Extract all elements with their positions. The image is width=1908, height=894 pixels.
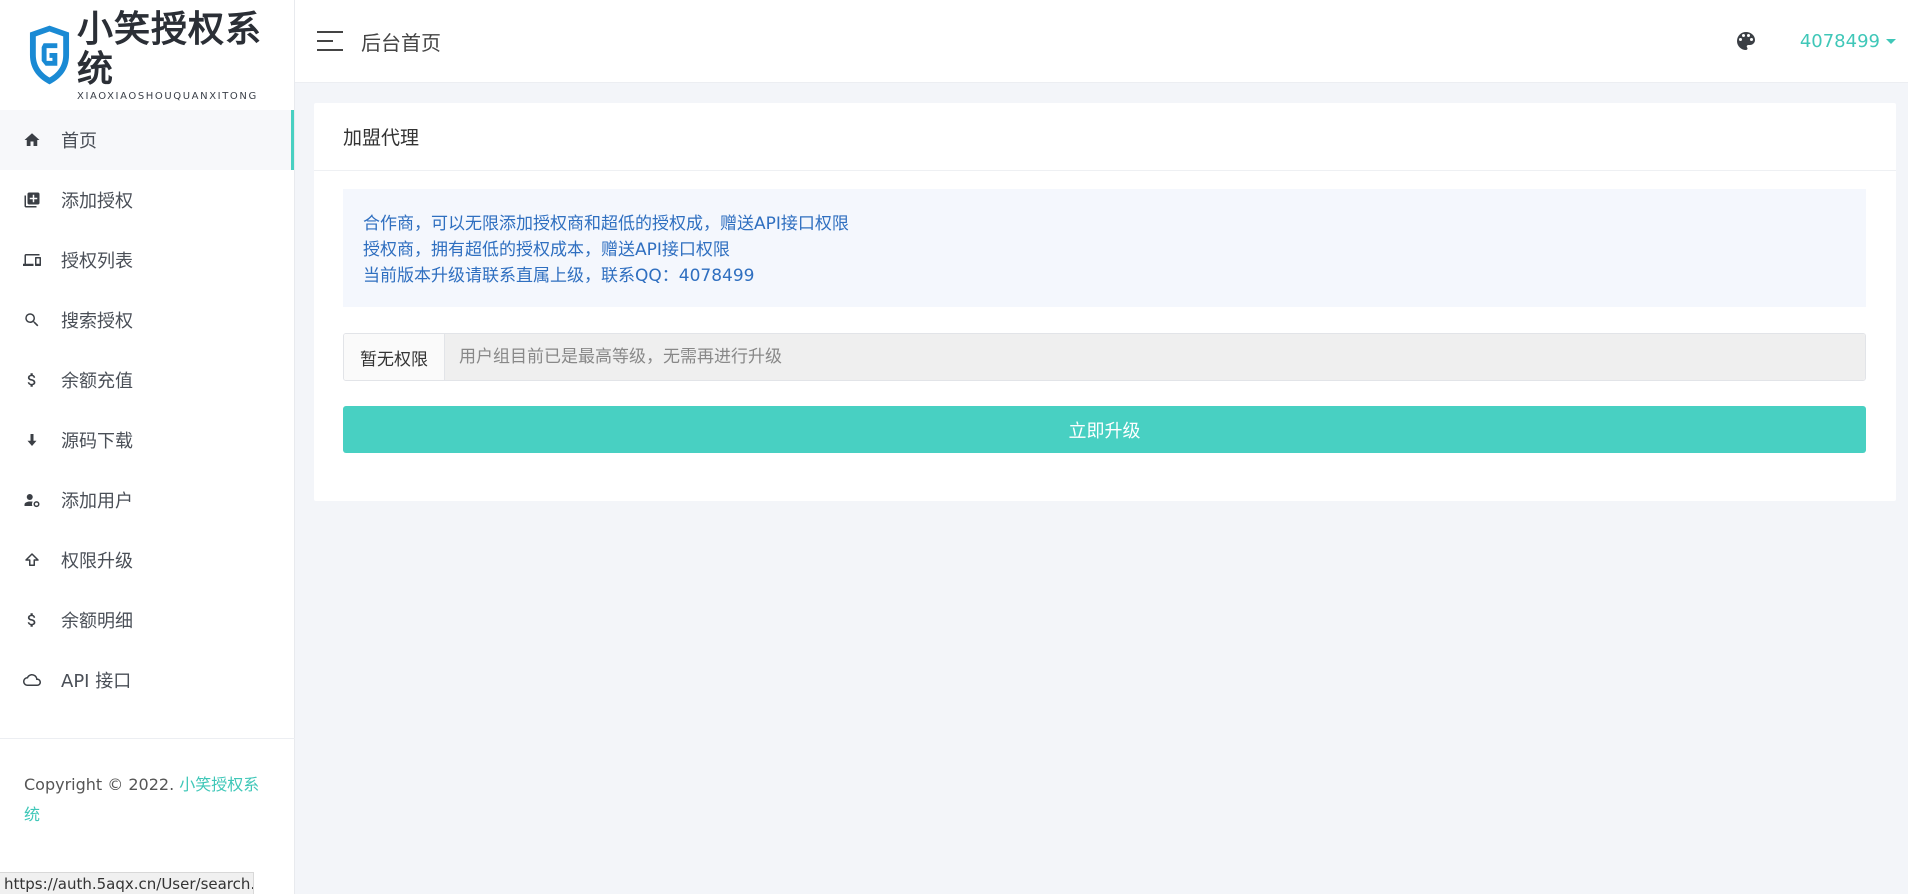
user-gear-icon xyxy=(22,490,42,510)
logo[interactable]: 小笑授权系统 XIAOXIAOSHOUQUANXITONG xyxy=(0,0,294,110)
page-title: 后台首页 xyxy=(361,30,441,55)
sidebar-item-label: 添加授权 xyxy=(61,191,133,212)
sidebar-item-add-user[interactable]: 添加用户 xyxy=(0,470,294,530)
sidebar: 小笑授权系统 XIAOXIAOSHOUQUANXITONG 首页 添加授权 授权… xyxy=(0,0,295,894)
menu-toggle-icon[interactable] xyxy=(317,31,343,51)
download-arrow-icon xyxy=(22,430,42,450)
permission-input[interactable] xyxy=(445,334,1865,380)
sidebar-item-label: 余额明细 xyxy=(61,611,133,632)
input-addon-label: 暂无权限 xyxy=(344,334,445,380)
sidebar-item-add-auth[interactable]: 添加授权 xyxy=(0,170,294,230)
copyright-text: Copyright © 2022. xyxy=(24,775,175,794)
user-name: 4078499 xyxy=(1799,30,1880,52)
permission-input-group: 暂无权限 xyxy=(343,333,1866,381)
chevron-down-icon xyxy=(1886,38,1896,44)
notice-line: 当前版本升级请联系直属上级，联系QQ：4078499 xyxy=(363,266,755,286)
cloud-icon xyxy=(22,670,42,690)
sidebar-item-label: 添加用户 xyxy=(61,491,133,512)
card-title: 加盟代理 xyxy=(314,103,1896,171)
brand-subtitle: XIAOXIAOSHOUQUANXITONG xyxy=(77,90,258,102)
sidebar-item-label: API 接口 xyxy=(61,671,132,692)
sidebar-item-label: 权限升级 xyxy=(61,551,133,572)
home-icon xyxy=(22,130,42,150)
status-bar-url: https://auth.5aqx.cn/User/search.p xyxy=(0,872,254,894)
sidebar-item-download[interactable]: 源码下载 xyxy=(0,410,294,470)
sidebar-item-label: 源码下载 xyxy=(61,431,133,452)
add-box-icon xyxy=(22,190,42,210)
top-header: 后台首页 4078499 xyxy=(295,0,1908,83)
sidebar-item-auth-list[interactable]: 授权列表 xyxy=(0,230,294,290)
upgrade-arrow-icon xyxy=(22,550,42,570)
dollar-icon xyxy=(22,610,42,630)
shield-logo-icon xyxy=(29,25,70,85)
sidebar-item-label: 首页 xyxy=(61,131,97,152)
sidebar-item-api[interactable]: API 接口 xyxy=(0,650,294,710)
agent-card: 加盟代理 合作商，可以无限添加授权商和超低的授权成，赠送API接口权限 授权商，… xyxy=(314,103,1896,501)
user-menu[interactable]: 4078499 xyxy=(1800,31,1896,52)
dollar-icon xyxy=(22,370,42,390)
copyright: Copyright © 2022. 小笑授权系统 xyxy=(24,770,274,830)
sidebar-item-label: 授权列表 xyxy=(61,251,133,272)
notice-box: 合作商，可以无限添加授权商和超低的授权成，赠送API接口权限 授权商，拥有超低的… xyxy=(343,189,1866,307)
search-icon xyxy=(22,310,42,330)
upgrade-button[interactable]: 立即升级 xyxy=(343,406,1866,453)
sidebar-item-label: 搜索授权 xyxy=(61,311,133,332)
sidebar-item-upgrade[interactable]: 权限升级 xyxy=(0,530,294,590)
sidebar-divider xyxy=(0,738,295,739)
sidebar-item-home[interactable]: 首页 xyxy=(0,110,294,170)
notice-line: 合作商，可以无限添加授权商和超低的授权成，赠送API接口权限 xyxy=(363,214,849,234)
monitor-icon xyxy=(22,250,42,270)
palette-icon[interactable] xyxy=(1734,29,1758,53)
sidebar-item-label: 余额充值 xyxy=(61,371,133,392)
sidebar-nav: 首页 添加授权 授权列表 搜索授权 余额充值 源码下载 添加用户 权限升级 余额… xyxy=(0,110,294,710)
sidebar-item-recharge[interactable]: 余额充值 xyxy=(0,350,294,410)
brand-title: 小笑授权系统 xyxy=(77,7,263,90)
sidebar-item-search-auth[interactable]: 搜索授权 xyxy=(0,290,294,350)
sidebar-item-balance-detail[interactable]: 余额明细 xyxy=(0,590,294,650)
notice-line: 授权商，拥有超低的授权成本，赠送API接口权限 xyxy=(363,240,730,260)
